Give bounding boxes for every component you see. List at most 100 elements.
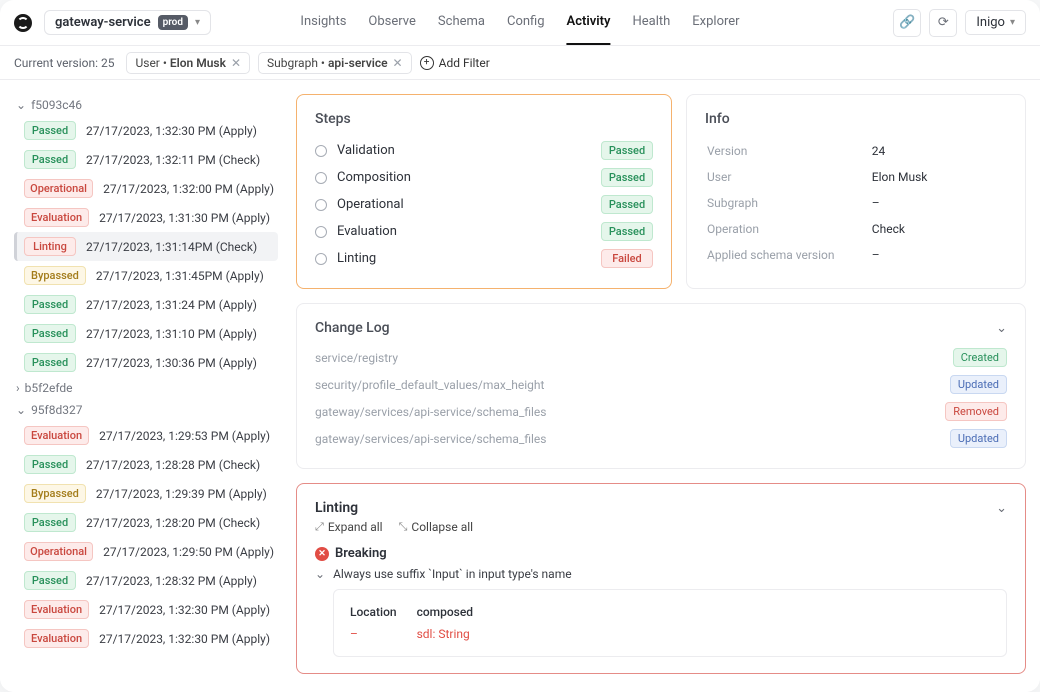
step-circle-icon (315, 145, 327, 157)
activity-row[interactable]: Evaluation27/17/2023, 1:29:53 PM (Apply) (14, 421, 278, 450)
info-value[interactable]: 24 (872, 139, 1005, 163)
lint-section-breaking: ✕ Breaking (315, 546, 1007, 561)
activity-row[interactable]: Passed27/17/2023, 1:31:24 PM (Apply) (14, 290, 278, 319)
account-dropdown[interactable]: Inigo ▾ (965, 10, 1026, 35)
step-row: ValidationPassed (315, 137, 653, 164)
changelog-tag: Updated (950, 429, 1007, 448)
step-name: Validation (337, 143, 591, 158)
step-row: Evaluation Passed (315, 218, 653, 245)
expand-all-button[interactable]: ⤢Expand all (315, 520, 383, 534)
status-badge: Passed (24, 295, 76, 314)
activity-row[interactable]: Bypassed27/17/2023, 1:31:45PM (Apply) (14, 261, 278, 290)
activity-row[interactable]: Evaluation 27/17/2023, 1:32:30 PM (Apply) (14, 624, 278, 653)
status-badge: Evaluation (24, 208, 89, 227)
info-value[interactable]: Check (872, 217, 1005, 241)
activity-timestamp: 27/17/2023, 1:32:11 PM (Check) (86, 153, 260, 167)
nav-explorer[interactable]: Explorer (692, 0, 739, 45)
status-badge: Passed (24, 513, 76, 532)
service-selector[interactable]: gateway-service prod ▾ (44, 10, 211, 35)
nav-config[interactable]: Config (507, 0, 545, 45)
lint-detail-box: Location composed – sdl: String (333, 589, 1007, 657)
chevron-icon: › (16, 381, 20, 395)
changelog-path: security/profile_default_values/max_heig… (315, 378, 950, 392)
info-key: Version (707, 139, 870, 163)
linting-panel: Linting ⌄ ⤢Expand all ⤡Collapse all ✕ Br… (296, 483, 1026, 674)
changelog-title: Change Log (315, 320, 390, 336)
step-circle-icon (315, 172, 327, 184)
activity-timestamp: 27/17/2023, 1:29:39 PM (Apply) (96, 487, 267, 501)
chevron-down-icon: ⌄ (315, 567, 325, 581)
detail-composed-value: sdl: String (417, 624, 491, 644)
service-name: gateway-service (55, 15, 151, 30)
info-value[interactable]: Elon Musk (872, 165, 1005, 189)
activity-row[interactable]: Operational27/17/2023, 1:29:50 PM (Apply… (14, 537, 278, 566)
status-badge: Passed (24, 571, 76, 590)
activity-timestamp: 27/17/2023, 1:32:30 PM (Apply) (99, 632, 270, 646)
activity-row[interactable]: Bypassed27/17/2023, 1:29:39 PM (Apply) (14, 479, 278, 508)
status-badge: Passed (24, 121, 76, 140)
nav-observe[interactable]: Observe (368, 0, 415, 45)
account-name: Inigo (976, 15, 1005, 30)
collapse-all-button[interactable]: ⤡Collapse all (399, 520, 473, 534)
nav-schema[interactable]: Schema (438, 0, 485, 45)
chevron-down-icon[interactable]: ⌄ (996, 321, 1007, 336)
activity-row[interactable]: Passed27/17/2023, 1:30:36 PM (Apply) (14, 348, 278, 377)
filter-chip[interactable]: User • Elon Musk✕ (126, 52, 250, 74)
changelog-row: security/profile_default_values/max_heig… (315, 371, 1007, 398)
steps-panel: Steps ValidationPassedCompositionPassedO… (296, 94, 672, 289)
add-filter-label: Add Filter (439, 56, 490, 70)
close-icon[interactable]: ✕ (231, 56, 241, 70)
refresh-icon-button[interactable]: ⟳ (929, 9, 957, 37)
info-key: User (707, 165, 870, 189)
activity-timestamp: 27/17/2023, 1:28:20 PM (Check) (86, 516, 260, 530)
status-badge: Failed (601, 249, 653, 268)
status-badge: Bypassed (24, 266, 86, 285)
app-logo (14, 14, 32, 32)
activity-row[interactable]: Passed27/17/2023, 1:31:10 PM (Apply) (14, 319, 278, 348)
activity-timestamp: 27/17/2023, 1:29:50 PM (Apply) (103, 545, 274, 559)
activity-timestamp: 27/17/2023, 1:31:30 PM (Apply) (99, 211, 270, 225)
commit-header[interactable]: ⌄95f8d327 (14, 399, 278, 421)
close-icon[interactable]: ✕ (393, 56, 403, 70)
activity-row[interactable]: Passed27/17/2023, 1:28:32 PM (Apply) (14, 566, 278, 595)
commit-header[interactable]: ⌄f5093c46 (14, 94, 278, 116)
activity-row[interactable]: Evaluation27/17/2023, 1:32:30 PM (Apply) (14, 595, 278, 624)
filter-chip[interactable]: Subgraph • api-service✕ (258, 52, 412, 74)
changelog-tag: Created (953, 348, 1007, 367)
changelog-tag: Removed (945, 402, 1007, 421)
nav-insights[interactable]: Insights (300, 0, 346, 45)
current-version-label: Current version: 25 (14, 56, 114, 70)
status-badge: Passed (601, 222, 653, 241)
activity-row[interactable]: Passed 27/17/2023, 1:28:20 PM (Check) (14, 508, 278, 537)
step-name: Evaluation (337, 224, 591, 239)
step-name: Linting (337, 251, 591, 266)
link-icon-button[interactable]: 🔗 (893, 9, 921, 37)
step-circle-icon (315, 253, 327, 265)
changelog-row: gateway/services/api-service/schema_file… (315, 425, 1007, 452)
changelog-panel: Change Log ⌄ service/registryCreatedsecu… (296, 303, 1026, 469)
detail-header-location: Location (350, 602, 415, 622)
changelog-path: gateway/services/api-service/schema_file… (315, 405, 945, 419)
activity-row[interactable]: Operational27/17/2023, 1:32:00 PM (Apply… (14, 174, 278, 203)
changelog-path: service/registry (315, 351, 953, 365)
env-tag: prod (158, 15, 188, 30)
commit-header[interactable]: ›b5f2efde (14, 377, 278, 399)
step-row: OperationalPassed (315, 191, 653, 218)
step-circle-icon (315, 226, 327, 238)
chevron-down-icon: ▾ (195, 17, 200, 28)
lint-rule-text: Always use suffix `Input` in input type'… (333, 567, 572, 581)
info-key: Subgraph (707, 191, 870, 215)
lint-rule-row[interactable]: ⌄ Always use suffix `Input` in input typ… (315, 567, 1007, 581)
chevron-down-icon[interactable]: ⌄ (996, 501, 1007, 516)
activity-row[interactable]: Evaluation 27/17/2023, 1:31:30 PM (Apply) (14, 203, 278, 232)
activity-row[interactable]: Passed27/17/2023, 1:32:30 PM (Apply) (14, 116, 278, 145)
add-filter-button[interactable]: + Add Filter (420, 56, 490, 70)
status-badge: Evaluation (24, 629, 89, 648)
nav-health[interactable]: Health (632, 0, 670, 45)
nav-activity[interactable]: Activity (567, 0, 611, 45)
chevron-down-icon: ▾ (1010, 17, 1015, 28)
activity-row[interactable]: Passed27/17/2023, 1:32:11 PM (Check) (14, 145, 278, 174)
activity-row[interactable]: Passed27/17/2023, 1:28:28 PM (Check) (14, 450, 278, 479)
plus-icon: + (420, 56, 434, 70)
activity-row[interactable]: Linting27/17/2023, 1:31:14PM (Check) (14, 232, 278, 261)
